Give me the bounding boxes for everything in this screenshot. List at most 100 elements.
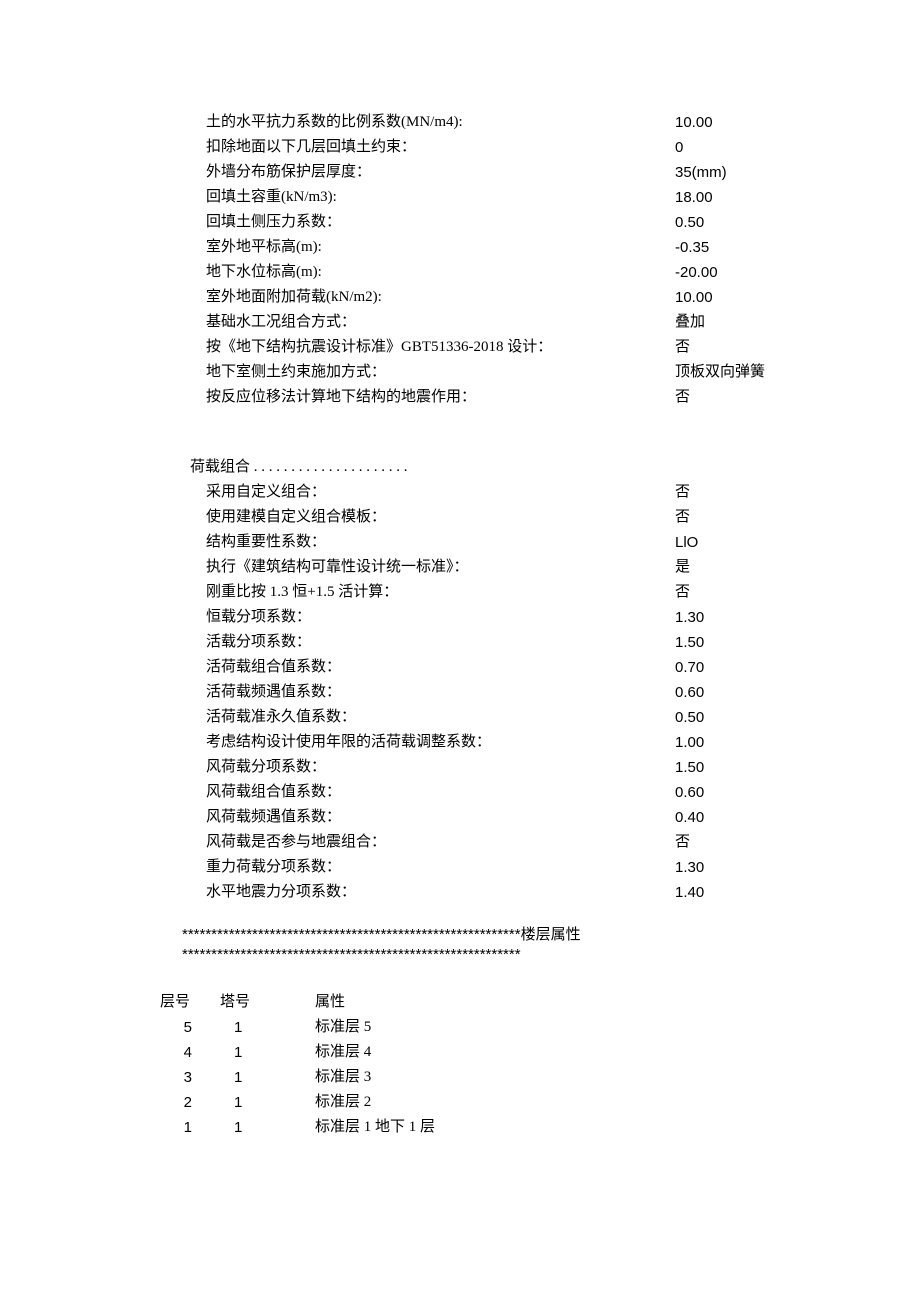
param-row: 活荷载组合值系数：0.70 [190,655,775,680]
param-row: 地下水位标高(m):-20.00 [190,260,775,285]
param-value: 1.50 [675,630,775,655]
param-value: 否 [675,505,775,530]
param-row: 风荷载频遇值系数：0.40 [190,805,775,830]
param-value: 否 [675,385,775,410]
param-value: 0.40 [675,805,775,830]
param-label: 风荷载频遇值系数： [206,805,675,830]
param-label: 风荷载分项系数： [206,755,675,780]
param-label: 恒载分项系数： [206,605,675,630]
param-value: 0.50 [675,705,775,730]
param-label: 结构重要性系数： [206,530,675,555]
param-value: 是 [675,555,775,580]
param-label: 风荷载是否参与地震组合： [206,830,675,855]
param-value: 1.50 [675,755,775,780]
param-value: 1.00 [675,730,775,755]
cell-floor: 4 [155,1040,220,1065]
param-row: 执行《建筑结构可靠性设计统一标准》：是 [190,555,775,580]
param-value: 顶板双向弹簧 [675,360,775,385]
param-value: 10.00 [675,285,775,310]
divider-stars-2: ****************************************… [182,945,775,965]
table-row: 21标准层 2 [155,1090,920,1115]
param-row: 水平地震力分项系数：1.40 [190,880,775,905]
cell-attr: 标准层 2 [315,1090,920,1115]
param-row: 使用建模自定义组合模板：否 [190,505,775,530]
cell-floor: 2 [155,1090,220,1115]
param-value: LlO [675,530,775,555]
param-row: 外墙分布筋保护层厚度：35(mm) [190,160,775,185]
param-label: 室外地面附加荷载(kN/m2): [206,285,675,310]
cell-attr: 标准层 4 [315,1040,920,1065]
param-value: 1.30 [675,605,775,630]
param-row: 恒载分项系数：1.30 [190,605,775,630]
table-row: 41标准层 4 [155,1040,920,1065]
cell-attr: 标准层 1 地下 1 层 [315,1115,920,1140]
param-row: 基础水工况组合方式：叠加 [190,310,775,335]
table-header-tower: 塔号 [220,990,315,1015]
param-row: 考虑结构设计使用年限的活荷载调整系数：1.00 [190,730,775,755]
section-1: 土的水平抗力系数的比例系数(MN/m4):10.00 扣除地面以下几层回填土约束… [190,110,775,410]
param-label: 考虑结构设计使用年限的活荷载调整系数： [206,730,675,755]
cell-attr: 标准层 5 [315,1015,920,1040]
table-header: 层号 塔号 属性 [155,990,920,1015]
param-label: 风荷载组合值系数： [206,780,675,805]
param-label: 活荷载频遇值系数： [206,680,675,705]
cell-floor: 3 [155,1065,220,1090]
param-label: 回填土容重(kN/m3): [206,185,675,210]
table-row: 51标准层 5 [155,1015,920,1040]
document-content: 土的水平抗力系数的比例系数(MN/m4):10.00 扣除地面以下几层回填土约束… [0,110,920,965]
param-value: 35(mm) [675,160,775,185]
param-value: 1.30 [675,855,775,880]
param-label: 采用自定义组合： [206,480,675,505]
param-row: 回填土容重(kN/m3):18.00 [190,185,775,210]
param-row: 结构重要性系数：LlO [190,530,775,555]
param-value: 0.70 [675,655,775,680]
param-row: 扣除地面以下几层回填土约束：0 [190,135,775,160]
section-2: 采用自定义组合：否 使用建模自定义组合模板：否 结构重要性系数：LlO 执行《建… [190,480,775,905]
param-value: 18.00 [675,185,775,210]
param-label: 按反应位移法计算地下结构的地震作用： [206,385,675,410]
param-value: 否 [675,580,775,605]
param-label: 基础水工况组合方式： [206,310,675,335]
table-row: 11标准层 1 地下 1 层 [155,1115,920,1140]
cell-floor: 1 [155,1115,220,1140]
param-value: -0.35 [675,235,775,260]
param-value: 否 [675,335,775,360]
param-value: -20.00 [675,260,775,285]
param-row: 按反应位移法计算地下结构的地震作用：否 [190,385,775,410]
cell-tower: 1 [220,1115,315,1140]
param-row: 活载分项系数：1.50 [190,630,775,655]
divider-stars-1: ****************************************… [182,925,775,945]
param-row: 室外地平标高(m):-0.35 [190,235,775,260]
param-label: 活载分项系数： [206,630,675,655]
cell-tower: 1 [220,1090,315,1115]
param-value: 0 [675,135,775,160]
param-value: 0.50 [675,210,775,235]
param-value: 0.60 [675,780,775,805]
param-row: 风荷载是否参与地震组合：否 [190,830,775,855]
table-header-floor: 层号 [155,990,220,1015]
param-label: 地下室侧土约束施加方式： [206,360,675,385]
param-label: 水平地震力分项系数： [206,880,675,905]
floor-table: 层号 塔号 属性 51标准层 5 41标准层 4 31标准层 3 21标准层 2… [0,990,920,1140]
param-label: 活荷载组合值系数： [206,655,675,680]
cell-tower: 1 [220,1015,315,1040]
param-row: 回填土侧压力系数：0.50 [190,210,775,235]
param-row: 重力荷载分项系数：1.30 [190,855,775,880]
param-value: 1.40 [675,880,775,905]
param-row: 地下室侧土约束施加方式：顶板双向弹簧 [190,360,775,385]
cell-tower: 1 [220,1040,315,1065]
param-value: 0.60 [675,680,775,705]
param-label: 土的水平抗力系数的比例系数(MN/m4): [206,110,675,135]
param-label: 刚重比按 1.3 恒+1.5 活计算： [206,580,675,605]
param-row: 刚重比按 1.3 恒+1.5 活计算：否 [190,580,775,605]
param-row: 室外地面附加荷载(kN/m2):10.00 [190,285,775,310]
param-label: 执行《建筑结构可靠性设计统一标准》： [206,555,675,580]
param-row: 土的水平抗力系数的比例系数(MN/m4):10.00 [190,110,775,135]
param-value: 叠加 [675,310,775,335]
param-label: 使用建模自定义组合模板： [206,505,675,530]
param-row: 风荷载组合值系数：0.60 [190,780,775,805]
param-row: 活荷载频遇值系数：0.60 [190,680,775,705]
param-label: 地下水位标高(m): [206,260,675,285]
param-value: 10.00 [675,110,775,135]
param-row: 风荷载分项系数：1.50 [190,755,775,780]
